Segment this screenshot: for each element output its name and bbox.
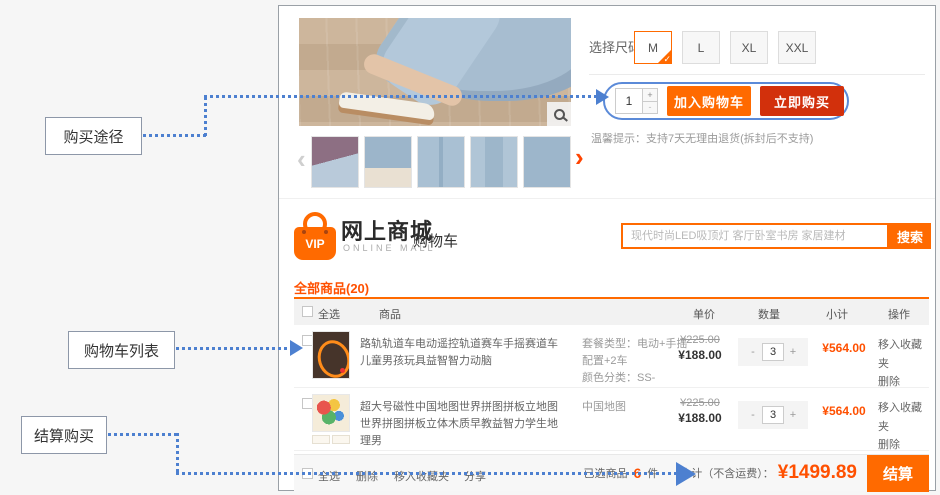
quantity-decrease-button[interactable]: - (747, 409, 759, 421)
page-title: 购物车 (413, 230, 458, 251)
select-all-checkbox[interactable] (302, 306, 313, 317)
row-quantity-input[interactable] (762, 406, 784, 424)
annotation-arrow-icon (676, 462, 696, 486)
quantity-increase-button[interactable]: + (787, 346, 799, 358)
footer-share-link[interactable]: 分享 (464, 468, 486, 484)
quantity-increase-button[interactable]: + (643, 88, 658, 102)
row-quantity-stepper: - + (738, 338, 808, 366)
product-title[interactable]: 超大号磁性中国地图世界拼图拼板立地图世界拼图拼板立体木质早教益智力学生地理男 (360, 399, 566, 450)
stepper-buttons: + - (643, 88, 658, 114)
column-select-all: 全选 (318, 306, 340, 322)
annotation-line (176, 347, 290, 350)
options-divider (589, 74, 925, 75)
row-subtotal: ¥564.00 (812, 404, 876, 418)
annotation-cart-list: 购物车列表 (68, 331, 175, 369)
footer-delete-link[interactable]: 删除 (356, 468, 378, 484)
total-amount: ¥1499.89 (778, 462, 857, 484)
cart-table-header: 全选 商品 单价 数量 小计 操作 (294, 299, 929, 325)
quantity-decrease-button[interactable]: - (643, 102, 658, 115)
column-unit-price: 单价 (679, 306, 729, 322)
current-price: ¥188.00 (666, 348, 734, 362)
size-option-l[interactable]: L (682, 31, 720, 64)
quantity-input[interactable] (615, 88, 643, 114)
current-price: ¥188.00 (666, 411, 734, 425)
product-thumbnail[interactable] (523, 136, 571, 188)
product-thumbnail[interactable] (364, 136, 412, 188)
original-price: ¥225.00 (666, 397, 734, 409)
bag-body: VIP (294, 227, 336, 260)
annotation-line (108, 433, 178, 436)
price-cell: ¥225.00 ¥188.00 (666, 397, 734, 425)
cart-row-track-toy: 路轨轨道车电动遥控轨道赛车手摇赛道车儿童男孩玩具益智智力动脑 套餐类型：电动+手… (294, 325, 929, 388)
footer-select-all-link[interactable]: 全选 (318, 468, 340, 484)
tab-all-products[interactable]: 全部商品(20) (294, 278, 369, 297)
size-option-xl[interactable]: XL (730, 31, 768, 64)
search-button[interactable]: 搜索 (889, 223, 931, 249)
row-quantity-input[interactable] (762, 343, 784, 361)
size-option-m[interactable]: M ✓ (634, 31, 672, 64)
annotation-arrow-icon (596, 89, 609, 105)
magnifier-icon (554, 109, 565, 120)
annotation-purchase-path: 购买途径 (45, 117, 142, 155)
checkout-button[interactable]: 结算 (867, 455, 929, 492)
move-to-favorites-link[interactable]: 移入收藏夹 (878, 336, 929, 373)
original-price: ¥225.00 (666, 334, 734, 346)
check-icon: ✓ (663, 54, 671, 64)
thumbnails-prev-icon[interactable]: ‹ (297, 146, 306, 172)
annotation-line (176, 433, 179, 475)
product-image-track-toy[interactable] (312, 331, 350, 379)
annotation-line (204, 95, 596, 98)
main-ui-panel: ‹ › 选择尺码: M ✓ L XL XXL + - 加入购物车 立即购买 温馨… (278, 5, 936, 491)
annotation-checkout: 结算购买 (21, 416, 107, 454)
size-option-xxl[interactable]: XXL (778, 31, 816, 64)
vip-badge: VIP (305, 237, 324, 251)
column-subtotal: 小计 (802, 306, 872, 322)
add-to-cart-button[interactable]: 加入购物车 (667, 86, 751, 116)
shop-logo-bag-icon: VIP (294, 212, 336, 260)
footer-move-to-favorites-link[interactable]: 移入收藏夹 (394, 468, 449, 484)
product-thumbnail[interactable] (470, 136, 518, 188)
section-divider (279, 198, 935, 199)
annotation-line (204, 97, 207, 137)
size-option-label: M (648, 41, 658, 55)
search-input[interactable] (621, 223, 889, 249)
delete-link[interactable]: 删除 (878, 436, 929, 455)
product-image-extra-thumbs (312, 435, 350, 444)
quantity-stepper[interactable]: + - (615, 88, 659, 114)
annotation-arrow-icon (290, 340, 303, 356)
product-image-map-puzzle[interactable] (312, 394, 350, 432)
row-operations: 移入收藏夹 删除 (878, 399, 929, 455)
row-subtotal: ¥564.00 (812, 341, 876, 355)
row-operations: 移入收藏夹 删除 (878, 336, 929, 392)
product-thumbnail[interactable] (311, 136, 359, 188)
product-main-image (299, 18, 571, 126)
price-cell: ¥225.00 ¥188.00 (666, 334, 734, 362)
image-zoom-button[interactable] (547, 102, 571, 126)
column-quantity: 数量 (739, 306, 799, 322)
annotation-line (143, 134, 207, 137)
column-product: 商品 (379, 306, 401, 322)
quantity-decrease-button[interactable]: - (747, 346, 759, 358)
column-operation: 操作 (874, 306, 924, 322)
cart-row-map-puzzle: 超大号磁性中国地图世界拼图拼板立地图世界拼图拼板立体木质早教益智力学生地理男 中… (294, 388, 929, 451)
product-thumbnail[interactable] (417, 136, 465, 188)
buy-now-button[interactable]: 立即购买 (760, 86, 844, 116)
product-title[interactable]: 路轨轨道车电动遥控轨道赛车手摇赛道车儿童男孩玩具益智智力动脑 (360, 336, 566, 370)
quantity-increase-button[interactable]: + (787, 409, 799, 421)
return-policy-tip: 温馨提示：支持7天无理由退货(拆封后不支持) (591, 130, 813, 146)
move-to-favorites-link[interactable]: 移入收藏夹 (878, 399, 929, 436)
thumbnails-next-icon[interactable]: › (575, 144, 584, 170)
row-quantity-stepper: - + (738, 401, 808, 429)
annotation-line (176, 472, 676, 475)
